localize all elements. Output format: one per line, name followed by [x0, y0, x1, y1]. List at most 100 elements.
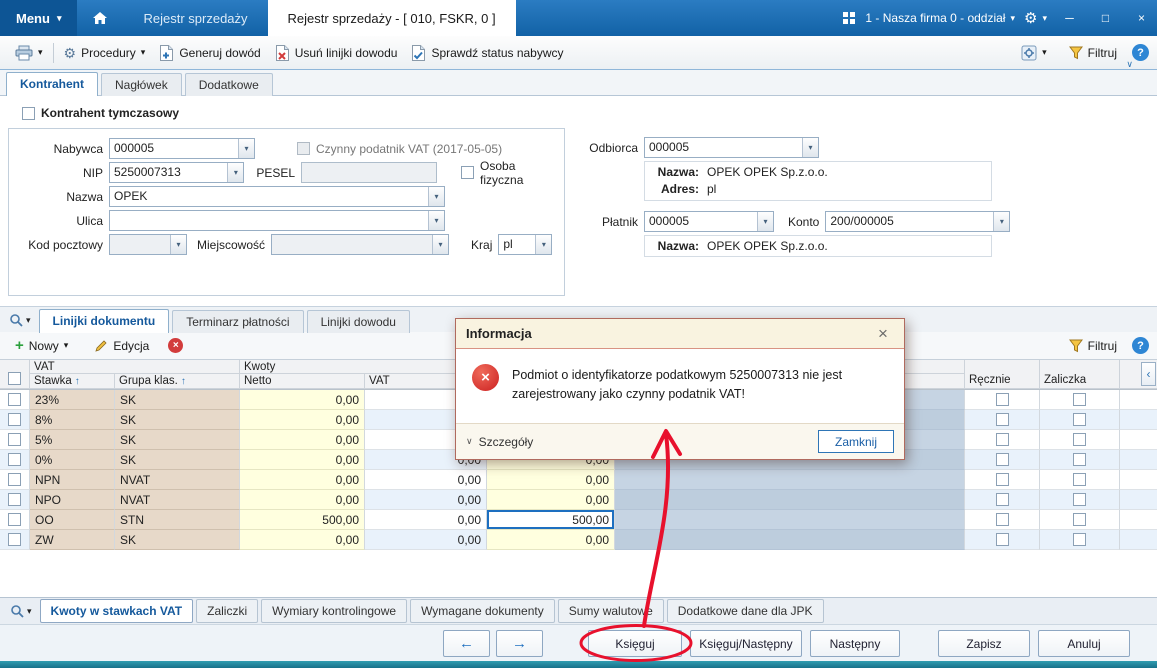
tab-terminarz-platnosci[interactable]: Terminarz płatności: [172, 310, 304, 333]
recznie-checkbox[interactable]: [995, 493, 1009, 506]
delete-row-button[interactable]: ×: [168, 338, 184, 353]
cell-stawka[interactable]: OO: [30, 510, 115, 530]
odbiorca-combobox[interactable]: 000005 ▾: [644, 137, 819, 158]
ksieguj-button[interactable]: Księguj: [588, 630, 682, 657]
grid-filtruj-button[interactable]: Filtruj: [1062, 335, 1124, 357]
row-select-checkbox[interactable]: [8, 413, 21, 426]
row-select-checkbox[interactable]: [8, 513, 21, 526]
column-header-grupa-klas[interactable]: Grupa klas. ↑: [115, 374, 240, 389]
procedury-button[interactable]: ⚙ Procedury ▾: [57, 42, 153, 64]
row-select-checkbox[interactable]: [8, 493, 21, 506]
column-header-recznie[interactable]: Ręcznie: [965, 360, 1040, 389]
tab-zaliczki[interactable]: Zaliczki: [196, 599, 259, 623]
cell-netto[interactable]: 0,00: [240, 430, 365, 450]
cell-stawka[interactable]: 5%: [30, 430, 115, 450]
bottom-zoom-button[interactable]: ▾: [5, 601, 37, 621]
home-button[interactable]: [77, 0, 123, 36]
cell-grupa[interactable]: SK: [115, 530, 240, 550]
nowy-button[interactable]: + Nowy ▾: [8, 334, 75, 357]
recznie-checkbox[interactable]: [995, 433, 1009, 446]
kontrahent-tymczasowy-checkbox[interactable]: [22, 106, 35, 120]
tab-linijki-dowodu[interactable]: Linijki dowodu: [306, 310, 410, 333]
konto-combobox[interactable]: 200/000005 ▾: [825, 211, 1011, 232]
miejscowosc-combobox[interactable]: ▾: [271, 234, 450, 255]
osoba-fizyczna-checkbox[interactable]: [461, 166, 475, 179]
czynny-vat-checkbox[interactable]: [297, 142, 310, 155]
cell-brutto-selected[interactable]: 500,00: [487, 510, 615, 530]
tab-sumy-walutowe[interactable]: Sumy walutowe: [557, 599, 664, 623]
dialog-close-icon[interactable]: ×: [872, 325, 894, 342]
chevron-down-icon[interactable]: ▾: [170, 235, 186, 254]
cell-stawka[interactable]: 23%: [30, 390, 115, 410]
row-select-checkbox[interactable]: [8, 473, 21, 486]
cell-netto[interactable]: 0,00: [240, 470, 365, 490]
ksieguj-nastepny-button[interactable]: Księguj/Następny: [690, 630, 802, 657]
cell-grupa[interactable]: SK: [115, 450, 240, 470]
menu-button[interactable]: Menu ▾: [0, 0, 78, 36]
generuj-dowod-button[interactable]: Generuj dowód: [152, 41, 267, 65]
kraj-combobox[interactable]: pl ▾: [498, 234, 553, 255]
cell-brutto[interactable]: 0,00: [487, 470, 615, 490]
cell-netto[interactable]: 0,00: [240, 450, 365, 470]
nav-next-button[interactable]: →: [496, 630, 543, 657]
maximize-button[interactable]: □: [1092, 0, 1119, 36]
minimize-button[interactable]: ─: [1056, 0, 1083, 36]
print-button[interactable]: ▾: [8, 41, 50, 65]
platnik-combobox[interactable]: 000005 ▾: [644, 211, 774, 232]
recznie-checkbox[interactable]: [995, 513, 1009, 526]
anuluj-button[interactable]: Anuluj: [1038, 630, 1130, 657]
cell-grupa[interactable]: SK: [115, 430, 240, 450]
column-header-netto[interactable]: Netto: [240, 374, 365, 389]
zaliczka-checkbox[interactable]: [1073, 413, 1086, 426]
tab-linijki-dokumentu[interactable]: Linijki dokumentu: [38, 309, 170, 333]
sprawdz-status-button[interactable]: Sprawdź status nabywcy: [404, 41, 570, 65]
cell-brutto[interactable]: 0,00: [487, 490, 615, 510]
zaliczka-checkbox[interactable]: [1073, 533, 1086, 546]
cell-grupa[interactable]: NVAT: [115, 490, 240, 510]
edycja-button[interactable]: Edycja: [87, 335, 156, 357]
cell-vat[interactable]: 0,00: [365, 490, 487, 510]
tab-kwoty-w-stawkach-vat[interactable]: Kwoty w stawkach VAT: [39, 599, 194, 623]
zaliczka-checkbox[interactable]: [1073, 513, 1086, 526]
chevron-down-icon[interactable]: ▾: [238, 139, 254, 158]
row-select-checkbox[interactable]: [8, 533, 21, 546]
grid-zoom-button[interactable]: ▾: [4, 310, 36, 330]
cell-vat[interactable]: 0,00: [365, 530, 487, 550]
zaliczka-checkbox[interactable]: [1073, 493, 1086, 506]
zaliczka-checkbox[interactable]: [1073, 433, 1086, 446]
nastepny-button[interactable]: Następny: [810, 630, 900, 657]
cell-brutto[interactable]: 0,00: [487, 530, 615, 550]
tab-dodatkowe[interactable]: Dodatkowe: [184, 73, 273, 96]
nav-previous-button[interactable]: ←: [443, 630, 490, 657]
zaliczka-checkbox[interactable]: [1073, 453, 1086, 466]
ulica-combobox[interactable]: ▾: [109, 210, 445, 231]
nazwa-combobox[interactable]: OPEK ▾: [109, 186, 445, 207]
cell-vat[interactable]: 0,00: [365, 470, 487, 490]
cell-netto[interactable]: 0,00: [240, 530, 365, 550]
cell-vat[interactable]: 0,00: [365, 510, 487, 530]
recznie-checkbox[interactable]: [995, 533, 1009, 546]
recznie-checkbox[interactable]: [995, 393, 1009, 406]
cell-grupa[interactable]: STN: [115, 510, 240, 530]
tab-dodatkowe-dane-jpk[interactable]: Dodatkowe dane dla JPK: [666, 599, 824, 623]
cell-grupa[interactable]: NVAT: [115, 470, 240, 490]
cell-stawka[interactable]: NPO: [30, 490, 115, 510]
zamknij-button[interactable]: Zamknij: [818, 430, 894, 453]
chevron-down-icon[interactable]: ▾: [428, 187, 444, 206]
chevron-down-icon[interactable]: ▾: [428, 211, 444, 230]
chevron-down-icon[interactable]: ▾: [993, 212, 1010, 231]
cell-stawka[interactable]: ZW: [30, 530, 115, 550]
row-select-checkbox[interactable]: [8, 453, 21, 466]
recznie-checkbox[interactable]: [995, 413, 1009, 426]
cell-netto[interactable]: 0,00: [240, 410, 365, 430]
tab-wymagane-dokumenty[interactable]: Wymagane dokumenty: [410, 599, 555, 623]
usun-linijki-button[interactable]: Usuń linijki dowodu: [268, 41, 405, 65]
details-toggle[interactable]: ∨ Szczegóły: [466, 435, 533, 449]
nip-combobox[interactable]: 5250007313 ▾: [109, 162, 245, 183]
apps-grid-icon[interactable]: [842, 11, 856, 25]
tab-wymiary-kontrolingowe[interactable]: Wymiary kontrolingowe: [261, 599, 408, 623]
row-select-checkbox[interactable]: [8, 433, 21, 446]
chevron-down-icon[interactable]: ▾: [535, 235, 552, 254]
close-button[interactable]: ×: [1128, 0, 1155, 36]
company-selector[interactable]: 1 - Nasza firma 0 - oddział ▾: [865, 11, 1015, 25]
